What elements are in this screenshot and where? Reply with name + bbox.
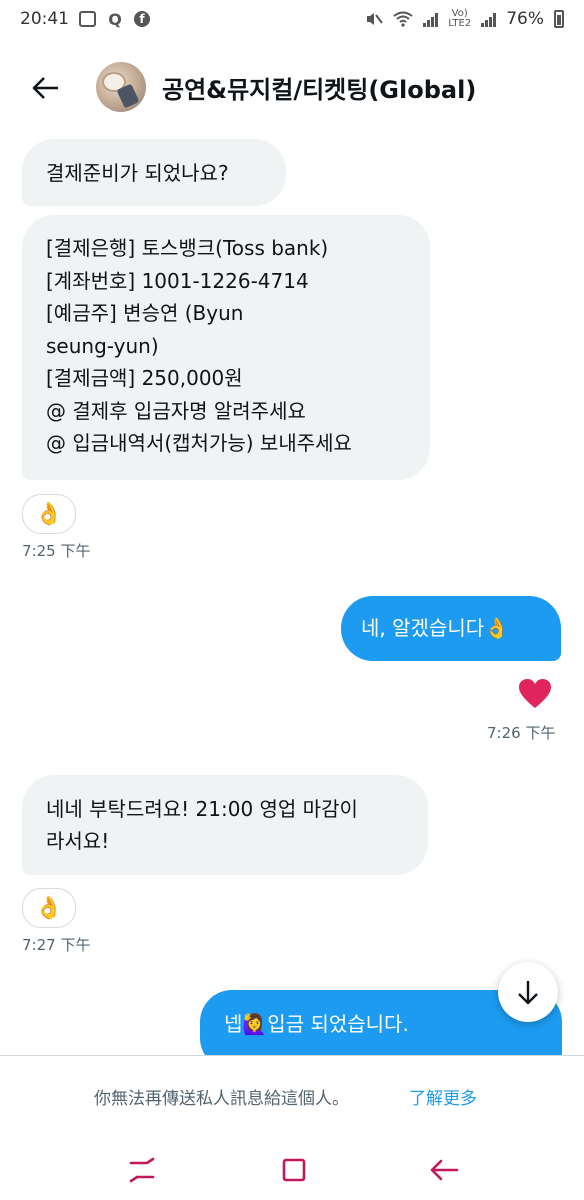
message-line: 라서요! xyxy=(46,829,110,853)
reaction-ok-hand[interactable]: 👌 xyxy=(22,888,76,928)
ok-hand-icon: 👌 xyxy=(35,501,63,527)
battery-percent: 76% xyxy=(506,9,544,29)
avatar-phone-shape xyxy=(116,83,140,109)
arrow-left-icon xyxy=(32,77,58,99)
message-line: [결제은행] 토스뱅크(Toss bank) xyxy=(46,236,329,260)
android-nav-bar xyxy=(0,1140,584,1200)
heart-reaction[interactable] xyxy=(518,678,552,710)
message-line: [계좌번호] 1001-1226-4714 xyxy=(46,268,309,293)
message-bubble-incoming[interactable]: [결제은행] 토스뱅크(Toss bank) [계좌번호] 1001-1226-… xyxy=(22,215,430,480)
signal-icon xyxy=(423,11,439,27)
message-timestamp: 7:26 下午 xyxy=(487,724,556,742)
wifi-icon xyxy=(393,11,413,27)
message-line: 넵🙋‍♀️입금 되었습니다. xyxy=(224,1012,409,1036)
q-app-icon: Q xyxy=(108,9,122,29)
learn-more-link[interactable]: 了解更多 xyxy=(409,1084,477,1109)
mute-icon xyxy=(367,13,384,25)
recent-apps-button[interactable] xyxy=(124,1154,160,1186)
message-bubble-incoming[interactable]: 네네 부탁드려요! 21:00 영업 마감이 라서요! xyxy=(22,775,428,875)
recent-apps-icon xyxy=(129,1157,155,1183)
gallery-icon xyxy=(79,11,96,27)
status-left: 20:41 Q f xyxy=(20,9,150,29)
message-line: 네네 부탁드려요! 21:00 영업 마감이 xyxy=(46,797,358,821)
message-bubble-incoming[interactable]: 결제준비가 되었나요? xyxy=(22,139,286,206)
message-line: 결제준비가 되었나요? xyxy=(46,161,229,185)
message-line: @ 입금내역서(캡처가능) 보내주세요 xyxy=(46,431,352,455)
heart-icon xyxy=(519,679,551,708)
message-bubble-outgoing[interactable]: 네, 알겠습니다👌 xyxy=(341,596,561,661)
status-bar: 20:41 Q f Vo) LTE2 76% xyxy=(0,0,584,38)
message-line: seung-yun) xyxy=(46,333,159,358)
message-timestamp: 7:25 下午 xyxy=(22,542,91,560)
home-icon xyxy=(282,1158,306,1182)
arrow-down-icon xyxy=(518,981,538,1005)
reaction-ok-hand[interactable]: 👌 xyxy=(22,494,76,534)
message-timestamp: 7:27 下午 xyxy=(22,936,91,954)
message-line: @ 결제후 입금자명 알려주세요 xyxy=(46,398,306,423)
dm-disabled-footer: 你無法再傳送私人訊息給這個人。 了解更多 xyxy=(0,1055,584,1141)
network-type: Vo) LTE2 xyxy=(448,8,472,29)
ok-hand-icon: 👌 xyxy=(35,895,63,921)
dm-disabled-notice: 你無法再傳送私人訊息給這個人。 xyxy=(94,1089,349,1109)
message-line: [예금주] 변승연 (Byun xyxy=(46,301,244,325)
back-button[interactable] xyxy=(28,72,64,104)
facebook-icon: f xyxy=(134,11,150,27)
back-nav-icon xyxy=(430,1159,459,1181)
chat-header: 공연&뮤지컬/티켓팅(Global) xyxy=(0,52,584,124)
scroll-to-bottom-button[interactable] xyxy=(498,962,558,1022)
chat-title[interactable]: 공연&뮤지컬/티켓팅(Global) xyxy=(162,70,476,105)
back-nav-button[interactable] xyxy=(426,1154,462,1186)
message-line: 네, 알겠습니다👌 xyxy=(361,616,510,640)
battery-icon xyxy=(554,10,564,28)
status-right: Vo) LTE2 76% xyxy=(365,9,564,29)
status-time: 20:41 xyxy=(20,9,69,29)
signal-icon-2 xyxy=(481,11,497,27)
avatar[interactable] xyxy=(96,62,146,112)
home-button[interactable] xyxy=(276,1154,312,1186)
message-line: [결제금액] 250,000원 xyxy=(46,366,243,390)
